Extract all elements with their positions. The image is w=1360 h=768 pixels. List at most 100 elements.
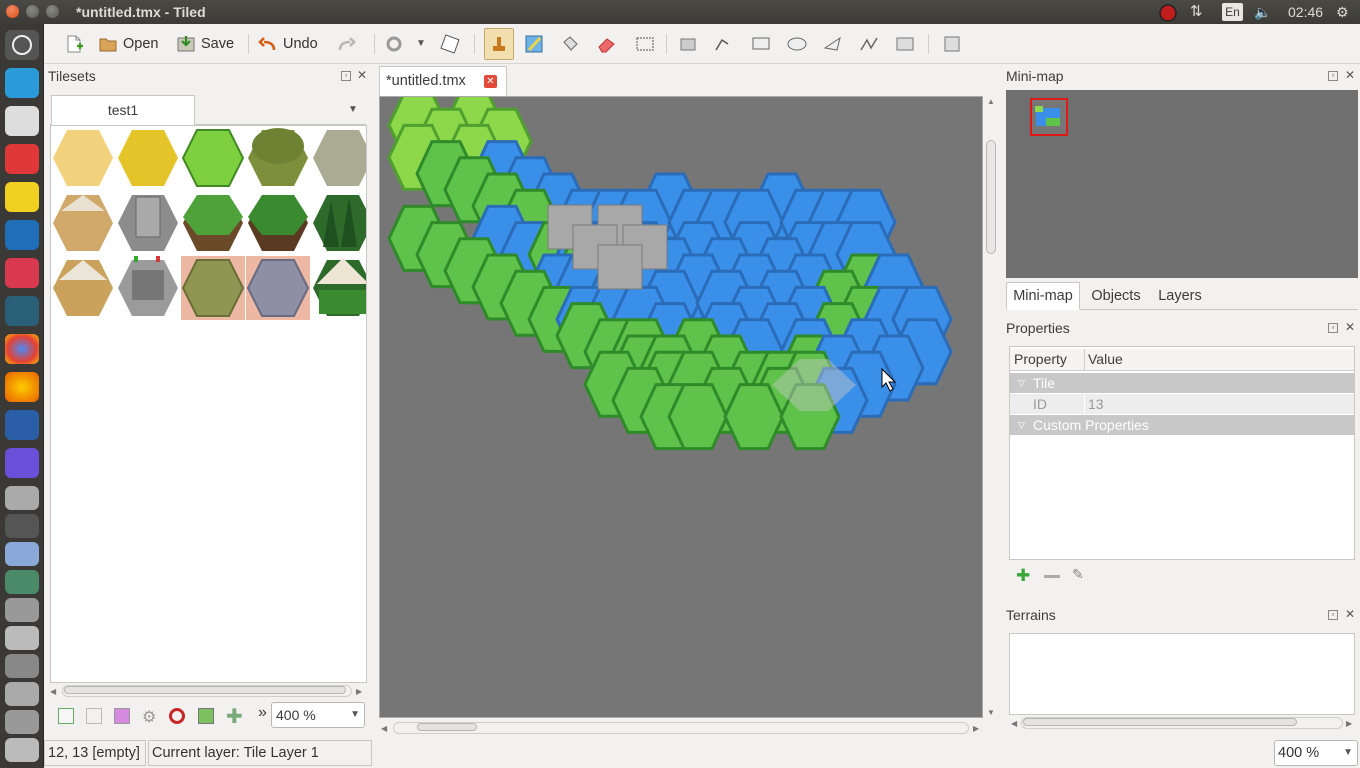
minimap-float-button[interactable]: ▫ — [1328, 71, 1338, 81]
tile-dark-grass-block[interactable] — [248, 195, 308, 251]
add-tiles-icon[interactable]: ✚ — [226, 704, 243, 729]
telegram-icon[interactable] — [5, 68, 39, 98]
tilesets-float-button[interactable]: ▫ — [341, 71, 351, 81]
edit-polygons-tool[interactable] — [712, 34, 734, 54]
scroll-up-icon[interactable]: ▲ — [987, 97, 995, 106]
app-stack-icon-9[interactable] — [5, 738, 39, 762]
group-tile-row[interactable]: ▽ Tile — [1010, 373, 1354, 393]
save-button[interactable]: Save — [176, 32, 234, 56]
clock[interactable]: 02:46 — [1288, 3, 1328, 21]
window-close-button[interactable] — [6, 5, 19, 18]
tile-pine-forest[interactable] — [313, 195, 367, 251]
terrains-scroll-left-icon[interactable]: ◀ — [1011, 719, 1017, 728]
new-tileset-icon[interactable] — [58, 708, 74, 724]
tileset-view[interactable] — [50, 125, 367, 683]
tile-olive-selected[interactable] — [182, 259, 244, 317]
remove-tileset-icon[interactable] — [169, 708, 185, 724]
hex-map[interactable] — [380, 97, 983, 718]
terrains-close-button[interactable]: ✕ — [1345, 608, 1355, 620]
random-mode-icon[interactable] — [440, 34, 462, 54]
tilesets-close-button[interactable]: ✕ — [357, 69, 367, 81]
command-dropdown-icon[interactable]: ▼ — [416, 38, 428, 58]
tile-mountain[interactable] — [53, 260, 113, 316]
scroll-down-icon[interactable]: ▼ — [987, 708, 995, 717]
app-stack-icon-5[interactable] — [5, 626, 39, 650]
insert-rectangle-tool[interactable] — [750, 34, 772, 54]
more-tools-chevron[interactable]: » — [258, 704, 267, 722]
show-map-icon[interactable] — [942, 34, 964, 54]
app-stack-icon-6[interactable] — [5, 654, 39, 678]
remove-property-icon[interactable] — [1044, 575, 1060, 578]
map-zoom-dropdown-icon[interactable]: ▼ — [1343, 741, 1353, 765]
tileset-properties-icon[interactable]: ⚙ — [142, 707, 156, 727]
firefox-icon[interactable] — [5, 372, 39, 402]
tileset-hscroll[interactable]: ◀ ▶ — [50, 685, 366, 699]
col-property-header[interactable]: Property — [1014, 349, 1067, 369]
tile-snowy-forest[interactable] — [313, 258, 367, 316]
minimap-viewport-frame[interactable] — [1030, 98, 1068, 136]
dash-icon[interactable] — [5, 30, 39, 60]
terrains-view[interactable] — [1009, 633, 1355, 715]
eraser-tool[interactable] — [596, 34, 618, 54]
app-stack-icon-3[interactable] — [5, 570, 39, 594]
import-tileset-icon[interactable] — [86, 708, 102, 724]
stamp-brush-tool[interactable] — [484, 28, 514, 60]
keyboard-layout-indicator[interactable]: En — [1222, 3, 1243, 21]
new-map-button[interactable] — [64, 32, 89, 56]
record-indicator-icon[interactable] — [1158, 3, 1178, 22]
tiled-icon[interactable] — [5, 448, 39, 478]
app-stack-icon[interactable] — [5, 486, 39, 510]
tab-minimap[interactable]: Mini-map — [1006, 282, 1080, 310]
insert-image-tool[interactable] — [894, 34, 916, 54]
group-custom-row[interactable]: ▽ Custom Properties — [1010, 415, 1354, 435]
music-icon[interactable] — [5, 258, 39, 288]
terrains-float-button[interactable]: ▫ — [1328, 610, 1338, 620]
app-stack-icon-2[interactable] — [5, 542, 39, 566]
open-button[interactable]: Open — [98, 32, 158, 56]
insert-tile-tool[interactable] — [678, 34, 700, 54]
tile-slate-selected[interactable] — [247, 259, 309, 317]
terrain-brush-tool[interactable] — [524, 34, 546, 54]
tileset-zoom-dropdown-icon[interactable]: ▼ — [350, 703, 360, 727]
window-minimize-button[interactable] — [26, 5, 39, 18]
tile-stone-tower[interactable] — [118, 195, 178, 251]
tile-bright-grass[interactable] — [182, 129, 244, 187]
app-o-icon[interactable] — [5, 410, 39, 440]
map-vscroll-thumb[interactable] — [986, 140, 996, 254]
tileset-tiles[interactable] — [51, 126, 367, 683]
tile-sand[interactable] — [53, 130, 113, 186]
app-hexagon-icon[interactable] — [5, 106, 39, 136]
tile-yellow-grass[interactable] — [118, 130, 178, 186]
tile-rock-grey[interactable] — [313, 130, 367, 186]
app-red-icon[interactable] — [5, 144, 39, 174]
export-tileset-icon[interactable] — [114, 708, 130, 724]
rename-property-icon[interactable]: ✎ — [1072, 566, 1084, 583]
map-scroll-right-icon[interactable]: ▶ — [973, 724, 979, 733]
app-blue-icon[interactable] — [5, 220, 39, 250]
map-tab-close-icon[interactable]: ✕ — [484, 75, 497, 88]
collapse-custom-icon[interactable]: ▽ — [1018, 415, 1025, 435]
minimap-close-button[interactable]: ✕ — [1345, 69, 1355, 81]
tileset-tab-test1[interactable]: test1 — [51, 95, 195, 125]
app-stack-icon-8[interactable] — [5, 710, 39, 734]
map-zoom-combo[interactable]: 400 % ▼ — [1274, 740, 1358, 766]
tile-castle[interactable] — [118, 256, 178, 316]
map-document-tab[interactable]: *untitled.tmx ✕ — [379, 66, 507, 96]
properties-close-button[interactable]: ✕ — [1345, 321, 1355, 333]
app-stack-icon-4[interactable] — [5, 598, 39, 622]
terrains-hscroll[interactable]: ◀ ▶ — [1009, 717, 1355, 731]
tab-objects[interactable]: Objects — [1084, 282, 1148, 310]
add-property-icon[interactable]: ✚ — [1016, 566, 1030, 586]
scroll-left-icon[interactable]: ◀ — [50, 687, 56, 696]
edit-terrain-icon[interactable] — [198, 708, 214, 724]
insert-polyline-tool[interactable] — [858, 34, 880, 54]
app-stack-icon-7[interactable] — [5, 682, 39, 706]
tile-grass-block[interactable] — [183, 195, 243, 251]
app-teal-icon[interactable] — [5, 296, 39, 326]
rectangle-select-tool[interactable] — [634, 34, 656, 54]
insert-ellipse-tool[interactable] — [786, 34, 808, 54]
tab-layers[interactable]: Layers — [1152, 282, 1208, 310]
bucket-fill-tool[interactable] — [560, 34, 582, 54]
collapse-tile-icon[interactable]: ▽ — [1018, 373, 1025, 393]
tile-forest-olive[interactable] — [248, 128, 308, 186]
